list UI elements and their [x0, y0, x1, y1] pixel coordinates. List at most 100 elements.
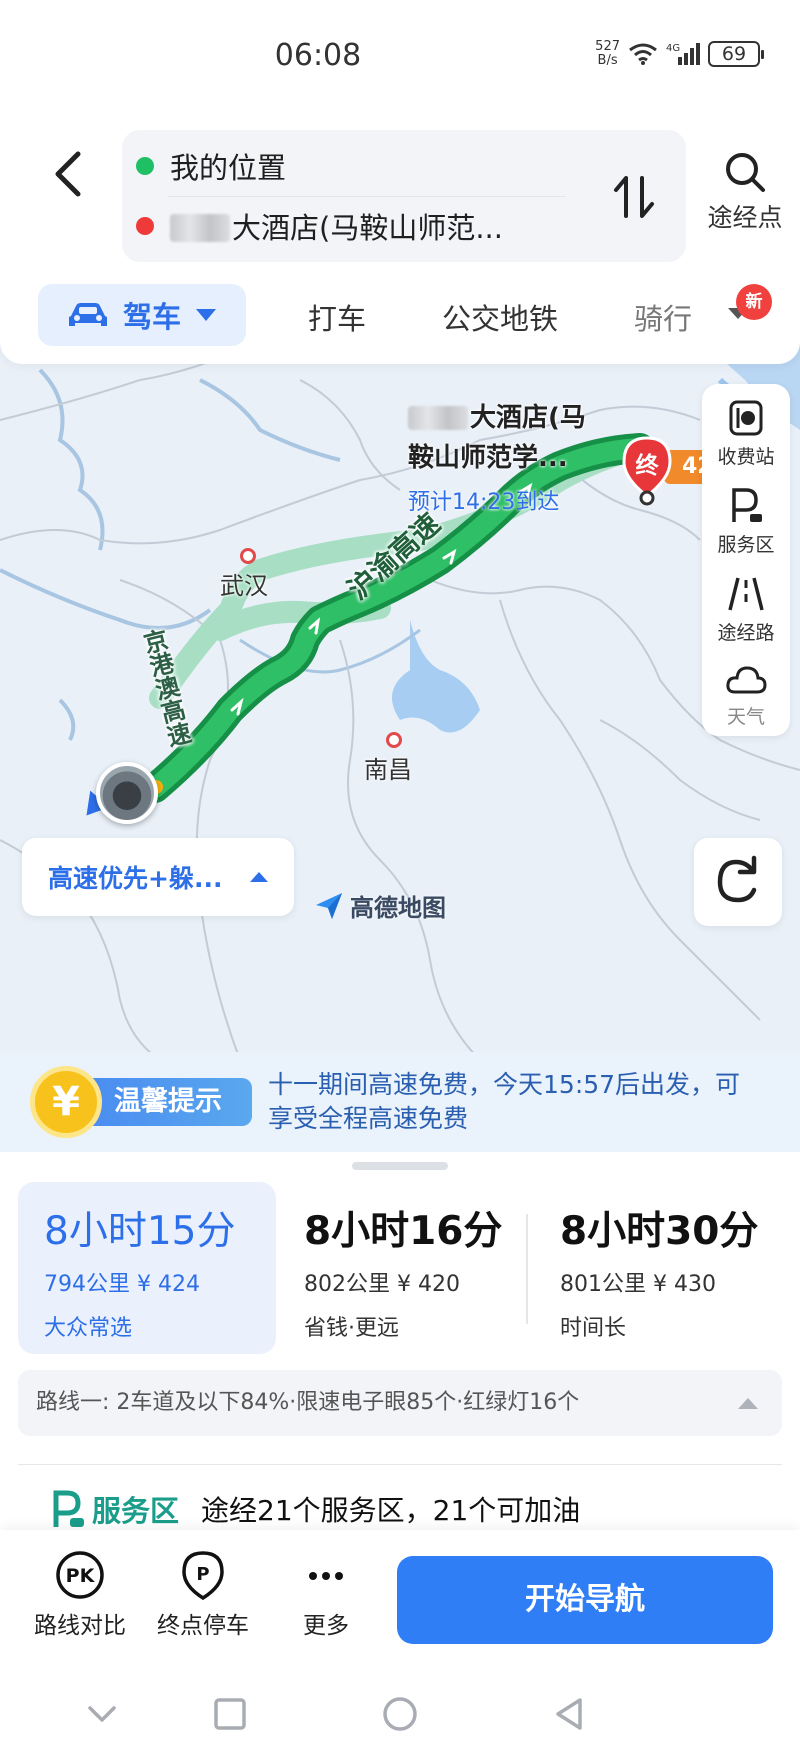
more-label: 更多 [303, 1613, 349, 1639]
tab-ride[interactable]: 骑行 [634, 296, 692, 338]
route-distance-cost: 794公里 ¥ 424 [44, 1272, 200, 1297]
amap-logo-icon [316, 892, 342, 919]
weather-tool[interactable]: 天气 [702, 652, 790, 740]
route-divider [526, 1214, 528, 1324]
map-tools-panel: 收费站 服务区 途经路 天气 [702, 384, 790, 736]
net-speed: 527 B/s [595, 39, 620, 68]
destination-pin[interactable]: 终 [620, 436, 674, 506]
route-detail-text: 路线一: 2车道及以下84%·限速电子眼85个·红绿灯16个 [36, 1390, 580, 1415]
route-detail-row[interactable]: 路线一: 2车道及以下84%·限速电子眼85个·红绿灯16个 [18, 1370, 782, 1436]
service-area-label: 服务区 [717, 534, 775, 556]
service-area-icon [53, 1490, 84, 1527]
swap-vertical-icon [614, 176, 654, 218]
route-preference-button[interactable]: 高速优先+躲... [22, 838, 294, 916]
route-distance-cost: 801公里 ¥ 430 [560, 1272, 716, 1297]
tab-taxi[interactable]: 打车 [308, 296, 366, 338]
more-dots-icon [309, 1572, 343, 1580]
svg-text:4G: 4G [666, 43, 680, 54]
watermark-text: 高德地图 [350, 894, 446, 922]
destination-parking-button[interactable]: P 终点停车 [143, 1550, 263, 1640]
caret-up-icon [250, 872, 268, 882]
route-endpoints-box: 我的位置 大酒店(马鞍山师范... [122, 130, 686, 262]
via-road-label: 途经路 [717, 622, 775, 644]
add-via-point-button[interactable]: 途经点 [700, 134, 790, 244]
service-area-icon [732, 488, 762, 522]
destination-pin-label: 终 [635, 453, 659, 479]
svg-text:PK: PK [66, 1565, 96, 1587]
back-button[interactable] [40, 140, 100, 210]
destination-callout-name: 大酒店(马鞍山师范学... [408, 403, 586, 473]
map-base [0, 340, 800, 1060]
notice-tag: 温馨提示 [92, 1078, 252, 1126]
notice-text: 十一期间高速免费，今天15:57后出发，可享受全程高速免费 [268, 1070, 741, 1133]
chevron-left-icon [55, 151, 81, 197]
status-time: 06:08 [274, 38, 362, 73]
transport-mode-tabs: 驾车 打车 公交地铁 骑行 新 [0, 268, 800, 364]
origin-dot-icon [136, 157, 154, 175]
refresh-route-button[interactable] [694, 838, 782, 926]
notice-banner[interactable]: ¥ 温馨提示 十一期间高速免费，今天15:57后出发，可享受全程高速免费 [0, 1052, 800, 1152]
route-time: 8小时15分 [44, 1209, 236, 1254]
svg-text:P: P [196, 1564, 209, 1585]
refresh-icon [717, 855, 757, 903]
sheet-drag-handle[interactable] [352, 1162, 448, 1170]
route-preference-label: 高速优先+躲... [48, 864, 223, 893]
service-area-row[interactable]: 服务区 途经21个服务区，21个可加油 [50, 1484, 580, 1534]
route-compare-button[interactable]: PK 路线对比 [20, 1550, 140, 1640]
recent-apps-icon[interactable] [210, 1694, 250, 1734]
tab-drive-label: 驾车 [122, 300, 181, 334]
eta-text: 预计14:23到达 [408, 490, 560, 515]
via-road-tool[interactable]: 途经路 [702, 564, 790, 652]
caret-up-icon [738, 1398, 758, 1409]
destination-field[interactable]: 大酒店(马鞍山师范... [136, 200, 503, 252]
tab-transit[interactable]: 公交地铁 [442, 296, 558, 338]
pk-icon: PK [56, 1551, 104, 1599]
route-distance-cost: 802公里 ¥ 420 [304, 1272, 460, 1297]
status-bar: 06:08 527 B/s 4G 69 [0, 0, 800, 118]
bottom-action-bar: PK 路线对比 P 终点停车 更多 开始导航 [0, 1530, 800, 1670]
service-area-tag: 服务区 [92, 1494, 180, 1528]
route-option-2[interactable]: 8小时16分 802公里 ¥ 420 省钱·更远 [278, 1182, 528, 1354]
destination-callout[interactable]: 大酒店(马鞍山师范学... 预计14:23到达 [408, 398, 608, 516]
parking-pin-icon: P [182, 1551, 224, 1600]
car-icon [68, 303, 107, 326]
yuan-coin-icon: ¥ [30, 1066, 102, 1138]
swap-endpoints-button[interactable] [610, 172, 658, 222]
new-badge: 新 [736, 284, 772, 320]
back-triangle-icon[interactable] [550, 1694, 590, 1734]
destination-parking-label: 终点停车 [157, 1613, 249, 1639]
route-tag: 大众常选 [44, 1316, 133, 1341]
start-navigation-button[interactable]: 开始导航 [397, 1556, 773, 1644]
city-wuhan-label: 武汉 [220, 572, 268, 600]
city-nanchang-label: 南昌 [364, 756, 412, 784]
weather-label: 天气 [726, 706, 765, 728]
cloud-icon [726, 666, 767, 694]
origin-field[interactable]: 我的位置 [136, 140, 286, 192]
service-area-text: 途经21个服务区，21个可加油 [201, 1494, 581, 1527]
redacted-text [170, 214, 230, 242]
route-map[interactable]: 大酒店(马鞍山师范学... 预计14:23到达 42 终 武汉 南昌 沪渝高速 … [0, 340, 800, 1060]
route-option-3[interactable]: 8小时30分 801公里 ¥ 430 时间长 [534, 1182, 794, 1354]
redacted-text [408, 406, 468, 430]
city-wuhan-dot-icon [240, 548, 256, 564]
search-icon [726, 153, 765, 192]
route-option-1[interactable]: 8小时15分 794公里 ¥ 424 大众常选 [18, 1182, 276, 1354]
destination-dot-icon [136, 217, 154, 235]
home-icon[interactable] [380, 1694, 420, 1734]
route-compare-label: 路线对比 [34, 1613, 126, 1639]
system-navigation-bar [0, 1670, 800, 1760]
route-tag: 省钱·更远 [304, 1316, 399, 1341]
service-area-tool[interactable]: 服务区 [702, 476, 790, 564]
via-point-label: 途经点 [707, 203, 783, 232]
toll-station-tool[interactable]: 收费站 [702, 388, 790, 476]
more-button[interactable]: 更多 [266, 1550, 386, 1640]
car-avatar[interactable] [96, 762, 158, 824]
origin-text: 我的位置 [170, 151, 287, 185]
road-icon [728, 577, 764, 611]
chevron-down-icon[interactable] [82, 1694, 122, 1734]
route-time: 8小时16分 [304, 1209, 503, 1254]
section-divider [18, 1464, 782, 1465]
tab-drive[interactable]: 驾车 [38, 284, 246, 346]
route-tag: 时间长 [560, 1316, 627, 1341]
route-time: 8小时30分 [560, 1209, 759, 1254]
